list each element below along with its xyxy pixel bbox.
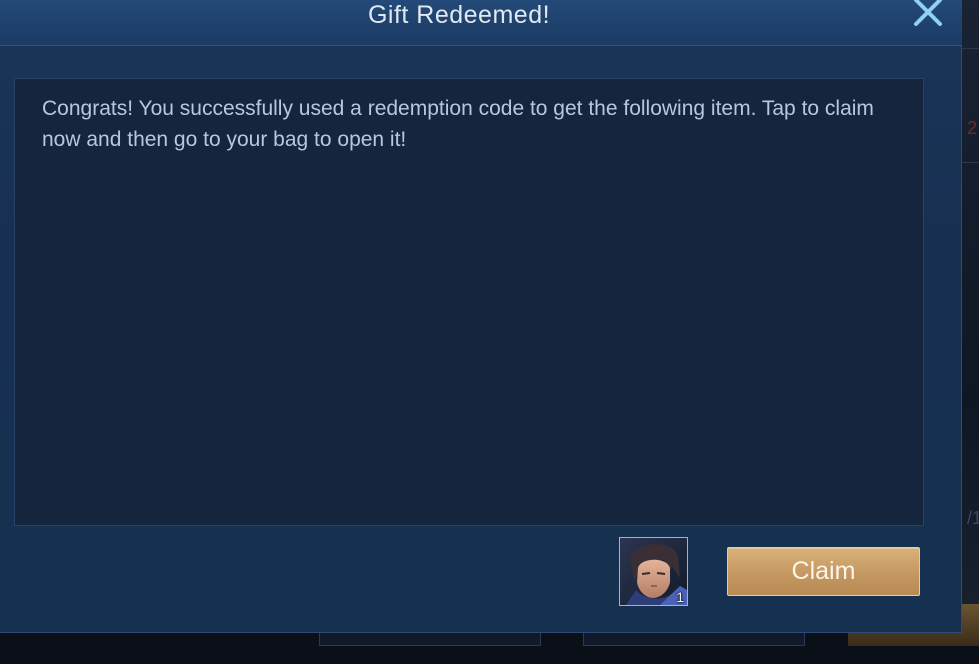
- background-tab: [319, 632, 541, 646]
- background-tab: [583, 632, 805, 646]
- dialog-titlebar: Gift Redeemed!: [0, 0, 962, 46]
- dialog-title: Gift Redeemed!: [367, 1, 551, 29]
- gift-redeemed-dialog: Gift Redeemed! Congrats! You successfull…: [0, 0, 962, 633]
- close-button[interactable]: [906, 0, 950, 30]
- reward-quantity: 1: [676, 589, 684, 605]
- redemption-message: Congrats! You successfully used a redemp…: [42, 97, 874, 151]
- message-panel: Congrats! You successfully used a redemp…: [14, 78, 924, 526]
- close-icon: [914, 0, 942, 26]
- reward-item[interactable]: 1: [619, 537, 688, 606]
- background-panel-right: 2 /1 n: [962, 0, 979, 664]
- game-screen: 2 /1 n Gift Redeemed! Congrats! You succ…: [0, 0, 979, 664]
- claim-button[interactable]: Claim: [727, 547, 920, 596]
